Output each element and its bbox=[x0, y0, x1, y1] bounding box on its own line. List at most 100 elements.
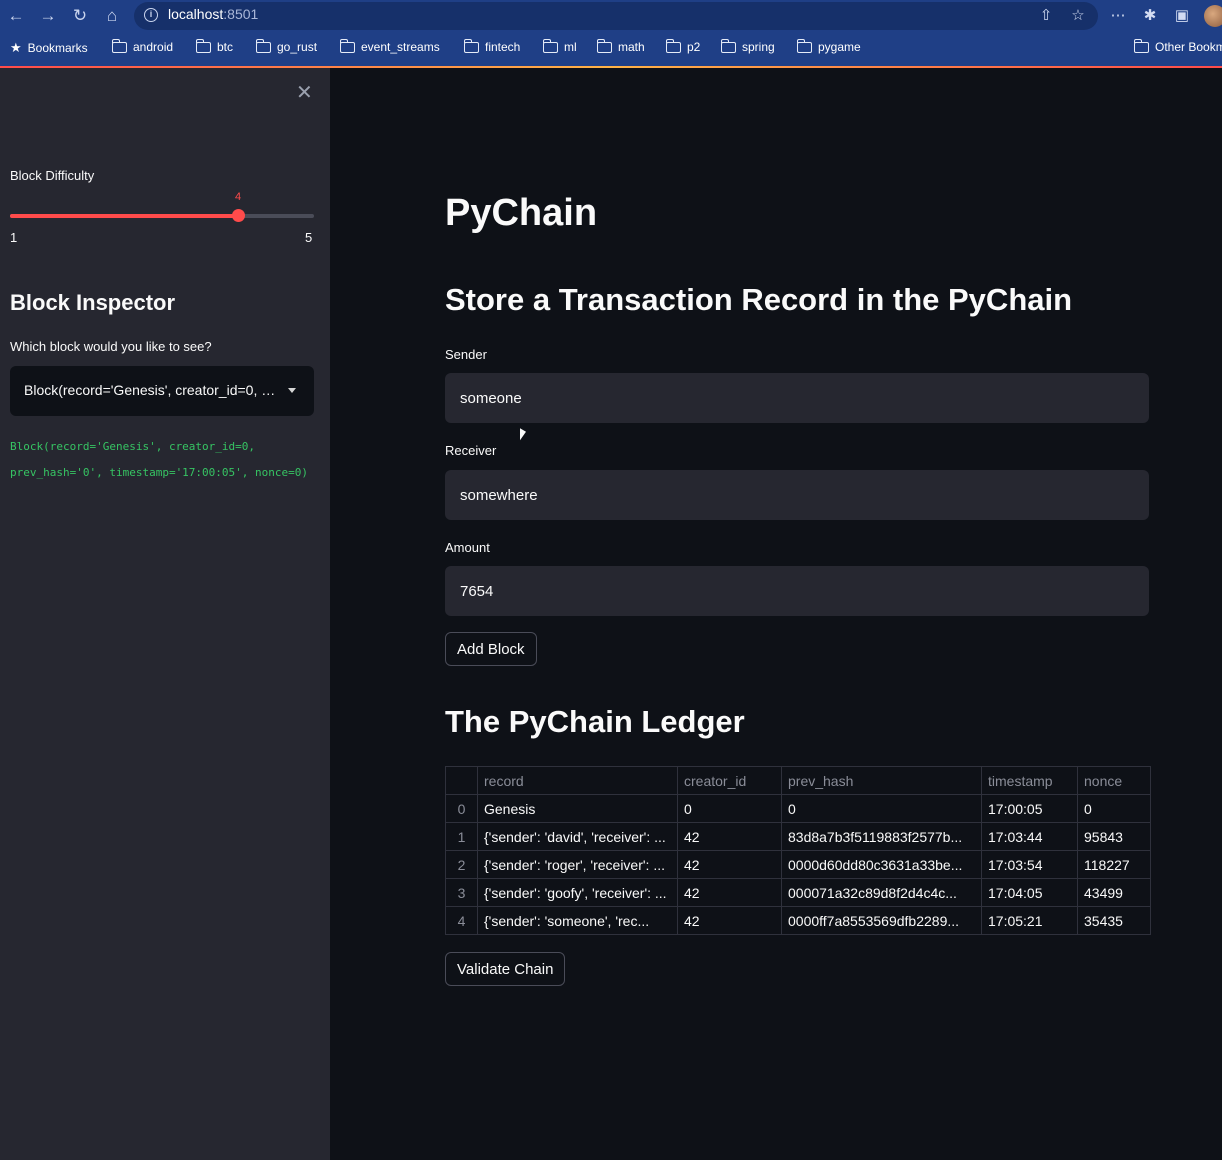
amount-input[interactable]: 7654 bbox=[445, 566, 1149, 616]
home-icon[interactable]: ⌂ bbox=[102, 6, 122, 26]
slider-thumb[interactable] bbox=[232, 209, 245, 222]
cell-nonce[interactable]: 118227 bbox=[1077, 850, 1151, 879]
back-icon[interactable]: ← bbox=[6, 6, 26, 26]
cell-record[interactable]: Genesis bbox=[477, 794, 678, 823]
bookmark-star-icon[interactable]: ☆ bbox=[1068, 6, 1088, 26]
row-index: 4 bbox=[445, 906, 478, 935]
cell-prev-hash[interactable]: 0000ff7a8553569dfb2289... bbox=[781, 906, 982, 935]
url-port: :8501 bbox=[223, 6, 259, 22]
cell-record[interactable]: {'sender': 'david', 'receiver': ... bbox=[477, 822, 678, 851]
bookmark-label: btc bbox=[217, 40, 234, 54]
bookmark-label: pygame bbox=[818, 40, 861, 54]
sender-value: someone bbox=[460, 389, 522, 407]
url-text[interactable]: localhost:8501 bbox=[168, 6, 258, 22]
row-index: 3 bbox=[445, 878, 478, 907]
cell-timestamp[interactable]: 17:03:44 bbox=[981, 822, 1078, 851]
row-index: 2 bbox=[445, 850, 478, 879]
ledger-heading: The PyChain Ledger bbox=[445, 704, 745, 739]
address-bar[interactable] bbox=[134, 2, 1098, 30]
amount-value: 7654 bbox=[460, 582, 494, 600]
bookmarks-manager[interactable]: ★ Bookmarks bbox=[10, 40, 88, 56]
folder-icon bbox=[796, 38, 812, 53]
info-icon[interactable]: i bbox=[144, 8, 158, 22]
difficulty-slider[interactable] bbox=[10, 209, 314, 222]
bookmark-event-streams[interactable]: event_streams bbox=[339, 38, 440, 54]
folder-icon bbox=[596, 38, 612, 53]
receiver-label: Receiver bbox=[445, 443, 497, 458]
cell-record[interactable]: {'sender': 'goofy', 'receiver': ... bbox=[477, 878, 678, 907]
validate-chain-button[interactable]: Validate Chain bbox=[445, 952, 566, 986]
block-select-label: Which block would you like to see? bbox=[10, 339, 212, 354]
bookmark-label: spring bbox=[742, 40, 775, 54]
url-host: localhost bbox=[168, 6, 224, 22]
cell-record[interactable]: {'sender': 'roger', 'receiver': ... bbox=[477, 850, 678, 879]
cell-prev-hash[interactable]: 000071a32c89d8f2d4c4c... bbox=[781, 878, 982, 907]
side-panel-icon[interactable]: ▣ bbox=[1172, 6, 1192, 26]
cell-nonce[interactable]: 43499 bbox=[1077, 878, 1151, 907]
table-row: 1 {'sender': 'david', 'receiver': ... 42… bbox=[445, 822, 1151, 851]
cell-nonce[interactable]: 0 bbox=[1077, 794, 1151, 823]
reload-icon[interactable]: ↻ bbox=[70, 6, 90, 26]
folder-icon bbox=[111, 38, 127, 53]
form-heading: Store a Transaction Record in the PyChai… bbox=[445, 282, 1073, 317]
cell-prev-hash[interactable]: 83d8a7b3f5119883f2577b... bbox=[781, 822, 982, 851]
profile-avatar[interactable] bbox=[1204, 5, 1222, 27]
column-header-creator-id[interactable]: creator_id bbox=[677, 766, 782, 795]
bookmark-spring[interactable]: spring bbox=[720, 38, 775, 54]
slider-label: Block Difficulty bbox=[10, 168, 95, 183]
folder-icon bbox=[720, 38, 736, 53]
block-select[interactable]: Block(record='Genesis', creator_id=0, pr… bbox=[10, 366, 314, 416]
bookmark-fintech[interactable]: fintech bbox=[463, 38, 520, 54]
cell-creator-id[interactable]: 42 bbox=[677, 906, 782, 935]
bookmark-pygame[interactable]: pygame bbox=[796, 38, 861, 54]
block-inspector-heading: Block Inspector bbox=[10, 290, 176, 315]
more-icon[interactable]: ⋯ bbox=[1108, 6, 1128, 26]
bookmark-btc[interactable]: btc bbox=[195, 38, 234, 54]
cell-creator-id[interactable]: 0 bbox=[677, 794, 782, 823]
cell-creator-id[interactable]: 42 bbox=[677, 822, 782, 851]
cell-record[interactable]: {'sender': 'someone', 'rec... bbox=[477, 906, 678, 935]
folder-icon bbox=[542, 38, 558, 53]
folder-icon bbox=[1133, 38, 1149, 53]
bookmark-label: ml bbox=[564, 40, 577, 54]
table-row: 2 {'sender': 'roger', 'receiver': ... 42… bbox=[445, 850, 1151, 879]
cell-timestamp[interactable]: 17:03:54 bbox=[981, 850, 1078, 879]
add-block-button[interactable]: Add Block bbox=[445, 632, 537, 666]
cell-timestamp[interactable]: 17:05:21 bbox=[981, 906, 1078, 935]
bookmark-label: event_streams bbox=[361, 40, 440, 54]
bookmark-label: Bookmarks bbox=[27, 41, 88, 55]
cell-creator-id[interactable]: 42 bbox=[677, 850, 782, 879]
column-header-nonce[interactable]: nonce bbox=[1077, 766, 1151, 795]
column-header-index[interactable] bbox=[445, 766, 478, 795]
bookmark-go-rust[interactable]: go_rust bbox=[255, 38, 317, 54]
star-icon: ★ bbox=[10, 40, 22, 55]
bookmarks-bar: ★ Bookmarks android btc go_rust event_str… bbox=[0, 32, 1222, 66]
receiver-input[interactable]: somewhere bbox=[445, 470, 1149, 520]
amount-label: Amount bbox=[445, 540, 490, 555]
close-sidebar-icon[interactable]: ✕ bbox=[296, 80, 313, 105]
table-row: 0 Genesis 0 0 17:00:05 0 bbox=[445, 794, 1151, 823]
cell-prev-hash[interactable]: 0 bbox=[781, 794, 982, 823]
folder-icon bbox=[195, 38, 211, 53]
sender-input[interactable]: someone bbox=[445, 373, 1149, 423]
bookmark-p2[interactable]: p2 bbox=[665, 38, 700, 54]
share-icon[interactable]: ⇧ bbox=[1036, 6, 1056, 26]
extensions-icon[interactable]: ✱ bbox=[1140, 6, 1160, 26]
cell-timestamp[interactable]: 17:00:05 bbox=[981, 794, 1078, 823]
sidebar: ✕ Block Difficulty 4 1 5 Block Inspector… bbox=[0, 68, 330, 1160]
column-header-timestamp[interactable]: timestamp bbox=[981, 766, 1078, 795]
column-header-record[interactable]: record bbox=[477, 766, 678, 795]
forward-icon[interactable]: → bbox=[38, 6, 58, 26]
bookmark-other[interactable]: Other Bookmarks bbox=[1133, 38, 1222, 54]
cell-nonce[interactable]: 95843 bbox=[1077, 822, 1151, 851]
receiver-value: somewhere bbox=[460, 486, 538, 504]
bookmark-math[interactable]: math bbox=[596, 38, 645, 54]
chevron-down-icon bbox=[288, 388, 296, 393]
cell-creator-id[interactable]: 42 bbox=[677, 878, 782, 907]
cell-prev-hash[interactable]: 0000d60dd80c3631a33be... bbox=[781, 850, 982, 879]
cell-nonce[interactable]: 35435 bbox=[1077, 906, 1151, 935]
bookmark-android[interactable]: android bbox=[111, 38, 173, 54]
bookmark-ml[interactable]: ml bbox=[542, 38, 577, 54]
column-header-prev-hash[interactable]: prev_hash bbox=[781, 766, 982, 795]
cell-timestamp[interactable]: 17:04:05 bbox=[981, 878, 1078, 907]
